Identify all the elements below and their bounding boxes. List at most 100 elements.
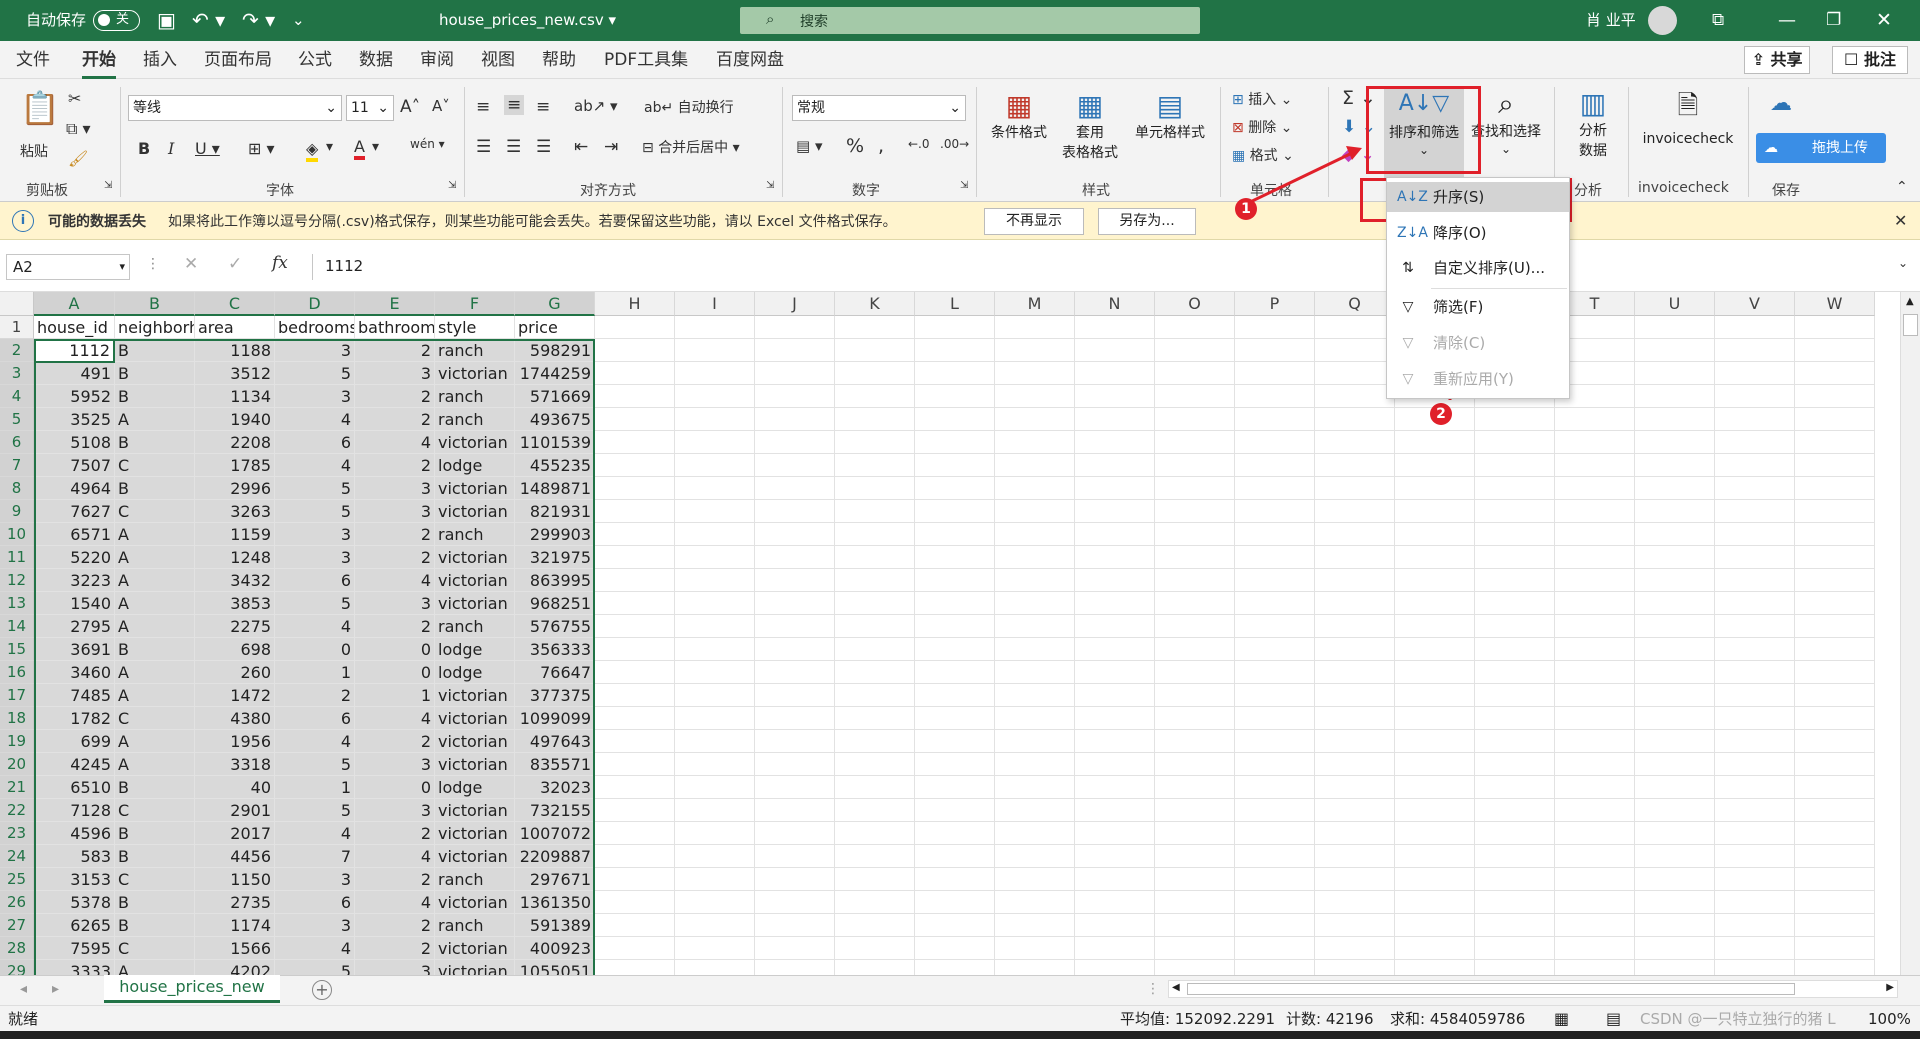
- empty-cell[interactable]: [995, 615, 1075, 638]
- empty-cell[interactable]: [995, 523, 1075, 546]
- row-header[interactable]: 18: [0, 707, 34, 730]
- decrease-font-icon[interactable]: A˅: [432, 97, 450, 115]
- empty-cell[interactable]: [1395, 615, 1475, 638]
- empty-cell[interactable]: [1475, 638, 1555, 661]
- table-cell[interactable]: 1174: [195, 914, 275, 937]
- table-cell[interactable]: A: [115, 730, 195, 753]
- empty-cell[interactable]: [755, 408, 835, 431]
- table-cell[interactable]: victorian: [435, 845, 515, 868]
- empty-cell[interactable]: [1475, 431, 1555, 454]
- empty-cell[interactable]: [1795, 454, 1875, 477]
- empty-cell[interactable]: [1635, 316, 1715, 339]
- close-message-icon[interactable]: ✕: [1894, 211, 1907, 230]
- empty-cell[interactable]: [915, 500, 995, 523]
- empty-cell[interactable]: [995, 339, 1075, 362]
- empty-cell[interactable]: [1315, 707, 1395, 730]
- empty-cell[interactable]: [1795, 477, 1875, 500]
- menu-item-sort-descending[interactable]: Z↓A 降序(O): [1387, 218, 1569, 248]
- empty-cell[interactable]: [1475, 707, 1555, 730]
- menu-item-sort-ascending[interactable]: A↓Z 升序(S): [1387, 182, 1569, 212]
- empty-cell[interactable]: [835, 615, 915, 638]
- table-cell[interactable]: B: [115, 822, 195, 845]
- empty-cell[interactable]: [915, 592, 995, 615]
- empty-cell[interactable]: [1635, 431, 1715, 454]
- empty-cell[interactable]: [1395, 684, 1475, 707]
- empty-cell[interactable]: [1715, 845, 1795, 868]
- column-header[interactable]: F: [435, 292, 515, 316]
- empty-cell[interactable]: [835, 431, 915, 454]
- empty-cell[interactable]: [1555, 684, 1635, 707]
- table-cell[interactable]: 5: [275, 753, 355, 776]
- empty-cell[interactable]: [1715, 546, 1795, 569]
- empty-cell[interactable]: [1075, 684, 1155, 707]
- empty-cell[interactable]: [1315, 822, 1395, 845]
- table-cell[interactable]: 5: [275, 477, 355, 500]
- horizontal-scrollbar[interactable]: ◀ ▶: [1168, 980, 1898, 998]
- underline-icon[interactable]: U ▾: [195, 139, 220, 158]
- empty-cell[interactable]: [915, 730, 995, 753]
- table-cell[interactable]: 3691: [34, 638, 115, 661]
- header-cell[interactable]: house_id: [34, 316, 115, 339]
- empty-cell[interactable]: [995, 799, 1075, 822]
- empty-cell[interactable]: [595, 638, 675, 661]
- empty-cell[interactable]: [1475, 868, 1555, 891]
- empty-cell[interactable]: [835, 500, 915, 523]
- column-header[interactable]: C: [195, 292, 275, 316]
- table-cell[interactable]: 6: [275, 431, 355, 454]
- table-cell[interactable]: 3: [275, 546, 355, 569]
- table-cell[interactable]: 497643: [515, 730, 595, 753]
- table-cell[interactable]: 7485: [34, 684, 115, 707]
- empty-cell[interactable]: [595, 707, 675, 730]
- empty-cell[interactable]: [1075, 707, 1155, 730]
- add-sheet-icon[interactable]: +: [312, 980, 332, 1000]
- empty-cell[interactable]: [595, 891, 675, 914]
- table-cell[interactable]: 3: [275, 339, 355, 362]
- empty-cell[interactable]: [995, 914, 1075, 937]
- empty-cell[interactable]: [1155, 707, 1235, 730]
- table-cell[interactable]: 4: [275, 454, 355, 477]
- empty-cell[interactable]: [1555, 937, 1635, 960]
- empty-cell[interactable]: [915, 684, 995, 707]
- table-cell[interactable]: C: [115, 500, 195, 523]
- empty-cell[interactable]: [675, 546, 755, 569]
- row-header[interactable]: 25: [0, 868, 34, 891]
- empty-cell[interactable]: [1155, 822, 1235, 845]
- align-center-icon[interactable]: ☰: [506, 137, 521, 157]
- number-format-select[interactable]: 常规 ⌄: [792, 95, 966, 121]
- empty-cell[interactable]: [1715, 707, 1795, 730]
- empty-cell[interactable]: [1235, 431, 1315, 454]
- empty-cell[interactable]: [1235, 500, 1315, 523]
- empty-cell[interactable]: [1235, 454, 1315, 477]
- empty-cell[interactable]: [1235, 592, 1315, 615]
- empty-cell[interactable]: [595, 615, 675, 638]
- table-cell[interactable]: 598291: [515, 339, 595, 362]
- table-cell[interactable]: 260: [195, 661, 275, 684]
- empty-cell[interactable]: [1075, 316, 1155, 339]
- empty-cell[interactable]: [1075, 431, 1155, 454]
- table-cell[interactable]: victorian: [435, 707, 515, 730]
- wrap-text-button[interactable]: ab↵ 自动换行: [644, 97, 734, 117]
- table-cell[interactable]: 0: [355, 661, 435, 684]
- empty-cell[interactable]: [1075, 730, 1155, 753]
- empty-cell[interactable]: [755, 822, 835, 845]
- empty-cell[interactable]: [1075, 615, 1155, 638]
- row-header[interactable]: 15: [0, 638, 34, 661]
- table-cell[interactable]: ranch: [435, 914, 515, 937]
- empty-cell[interactable]: [1795, 684, 1875, 707]
- empty-cell[interactable]: [1795, 592, 1875, 615]
- empty-cell[interactable]: [1555, 546, 1635, 569]
- empty-cell[interactable]: [755, 477, 835, 500]
- empty-cell[interactable]: [755, 500, 835, 523]
- empty-cell[interactable]: [1315, 408, 1395, 431]
- empty-cell[interactable]: [995, 937, 1075, 960]
- empty-cell[interactable]: [995, 845, 1075, 868]
- empty-cell[interactable]: [675, 431, 755, 454]
- tab-insert[interactable]: 插入: [143, 41, 177, 79]
- column-header[interactable]: V: [1715, 292, 1795, 316]
- empty-cell[interactable]: [915, 937, 995, 960]
- row-header[interactable]: 7: [0, 454, 34, 477]
- header-cell[interactable]: style: [435, 316, 515, 339]
- column-header[interactable]: B: [115, 292, 195, 316]
- row-header[interactable]: 17: [0, 684, 34, 707]
- tab-pdf-tools[interactable]: PDF工具集: [604, 41, 688, 79]
